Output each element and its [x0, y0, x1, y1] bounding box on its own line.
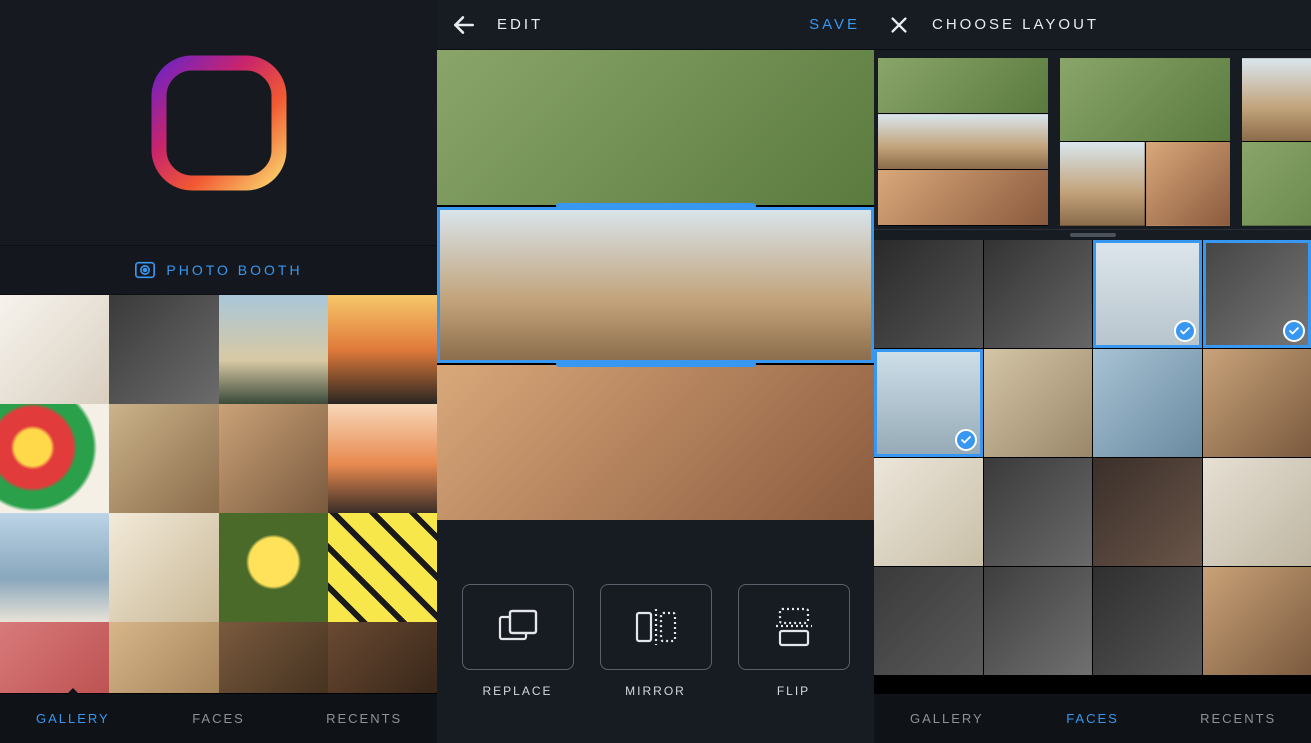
save-button[interactable]: SAVE — [809, 16, 860, 33]
faces-thumb[interactable] — [874, 349, 983, 457]
faces-thumb[interactable] — [1093, 240, 1202, 348]
gallery-thumb[interactable] — [0, 295, 109, 404]
replace-tool-button[interactable]: REPLACE — [462, 584, 574, 698]
tab-gallery[interactable]: GALLERY — [0, 694, 146, 743]
faces-thumb[interactable] — [1203, 349, 1311, 457]
layout-option[interactable] — [878, 58, 1048, 226]
camera-shutter-icon — [134, 259, 156, 281]
edit-header: EDIT SAVE — [437, 0, 874, 50]
gallery-thumb[interactable] — [0, 622, 109, 693]
photo-booth-label: PHOTO BOOTH — [166, 262, 302, 278]
arrow-left-icon — [451, 12, 477, 38]
choose-layout-title: CHOOSE LAYOUT — [932, 16, 1099, 33]
mirror-tool-label: MIRROR — [625, 684, 686, 698]
tab-recents[interactable]: RECENTS — [291, 694, 437, 743]
gallery-tab-bar: GALLERYFACESRECENTS — [0, 693, 437, 743]
gallery-thumb[interactable] — [328, 295, 437, 404]
gallery-thumb[interactable] — [109, 513, 218, 622]
gallery-thumb[interactable] — [0, 404, 109, 513]
faces-thumb[interactable] — [874, 240, 983, 348]
selected-check-icon — [955, 429, 977, 451]
choose-layout-tab-bar: GALLERYFACESRECENTS — [874, 693, 1311, 743]
collage-row-0[interactable] — [437, 50, 874, 205]
faces-thumb[interactable] — [1203, 240, 1311, 348]
pane-photo-gallery: PHOTO BOOTH GALLERYFACESRECENTS — [0, 0, 437, 743]
row-resize-handle-icon[interactable] — [556, 203, 756, 209]
photo-booth-button[interactable]: PHOTO BOOTH — [0, 245, 437, 295]
close-icon — [888, 14, 910, 36]
faces-thumb[interactable] — [1093, 458, 1202, 566]
flip-tool-label: FLIP — [777, 684, 810, 698]
faces-thumb[interactable] — [1093, 567, 1202, 675]
edit-tools-bar: REPLACE MIRROR FLIP — [437, 520, 874, 743]
collage-row-2[interactable] — [437, 365, 874, 520]
edit-title: EDIT — [497, 16, 543, 33]
gallery-thumb[interactable] — [328, 404, 437, 513]
gallery-thumb[interactable] — [328, 513, 437, 622]
layout-option[interactable] — [1242, 58, 1311, 226]
gallery-thumb[interactable] — [109, 295, 218, 404]
layout-option[interactable] — [1060, 58, 1230, 226]
faces-thumb[interactable] — [1203, 567, 1311, 675]
back-button[interactable] — [451, 12, 479, 38]
app-root: PHOTO BOOTH GALLERYFACESRECENTS EDIT SAV… — [0, 0, 1311, 743]
flip-tool-button[interactable]: FLIP — [738, 584, 850, 698]
selected-check-icon — [1174, 320, 1196, 342]
replace-tool-label: REPLACE — [482, 684, 552, 698]
tab-recents[interactable]: RECENTS — [1165, 694, 1311, 743]
gallery-thumb[interactable] — [219, 404, 328, 513]
faces-thumb[interactable] — [984, 349, 1093, 457]
faces-thumb[interactable] — [984, 567, 1093, 675]
faces-thumb-grid — [874, 240, 1311, 693]
gallery-thumb[interactable] — [328, 622, 437, 693]
gallery-thumb[interactable] — [219, 295, 328, 404]
tab-faces[interactable]: FACES — [1020, 694, 1166, 743]
mirror-icon — [600, 584, 712, 670]
close-button[interactable] — [888, 14, 914, 36]
layout-scroll-indicator — [874, 230, 1311, 240]
gallery-thumb[interactable] — [109, 404, 218, 513]
faces-thumb[interactable] — [874, 458, 983, 566]
faces-thumb[interactable] — [1093, 349, 1202, 457]
mirror-tool-button[interactable]: MIRROR — [600, 584, 712, 698]
faces-thumb[interactable] — [1203, 458, 1311, 566]
gallery-thumb[interactable] — [219, 622, 328, 693]
faces-thumb[interactable] — [874, 567, 983, 675]
gallery-thumb-grid — [0, 295, 437, 693]
replace-icon — [462, 584, 574, 670]
tab-gallery[interactable]: GALLERY — [874, 694, 1020, 743]
flip-icon — [738, 584, 850, 670]
layout-options-strip[interactable] — [874, 50, 1311, 230]
collage-row-1[interactable] — [437, 207, 874, 362]
gallery-thumb[interactable] — [109, 622, 218, 693]
app-logo-zone — [0, 0, 437, 245]
row-resize-handle-icon[interactable] — [556, 361, 756, 367]
gallery-thumb[interactable] — [219, 513, 328, 622]
faces-thumb[interactable] — [984, 240, 1093, 348]
collage-canvas[interactable] — [437, 50, 874, 520]
layout-app-logo-icon — [144, 48, 294, 198]
choose-layout-header: CHOOSE LAYOUT — [874, 0, 1311, 50]
pane-edit: EDIT SAVE REPLACE MIRROR — [437, 0, 874, 743]
faces-thumb[interactable] — [984, 458, 1093, 566]
gallery-thumb[interactable] — [0, 513, 109, 622]
pane-choose-layout: CHOOSE LAYOUT GALLERYFACESRECENTS — [874, 0, 1311, 743]
selected-check-icon — [1283, 320, 1305, 342]
tab-faces[interactable]: FACES — [146, 694, 292, 743]
